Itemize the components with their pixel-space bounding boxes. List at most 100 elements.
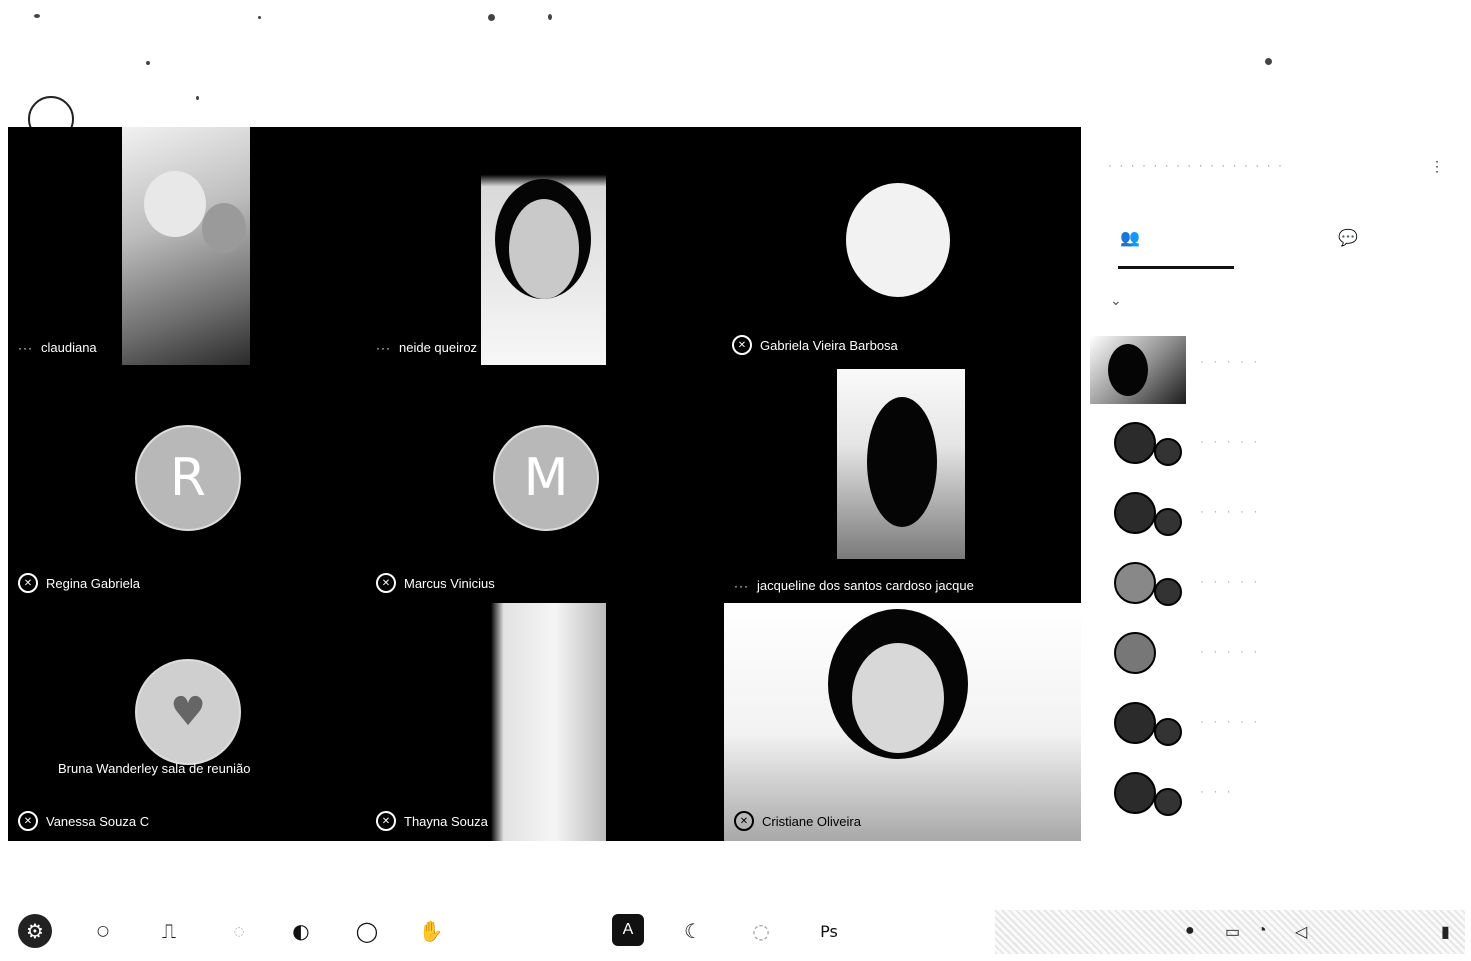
participant-name-redacted: · · · [1200, 784, 1234, 798]
participant-name: Vanessa Souza C [46, 813, 150, 829]
avatar [1114, 562, 1156, 604]
browser-icon[interactable]: ◐ [284, 914, 318, 948]
participant-name: Marcus Vinicius [404, 575, 495, 591]
active-tab-indicator [1118, 266, 1234, 269]
participants-panel: · · · · · · · · · · · · · · · · ⋮ 👥 💬 ⌄ … [1090, 140, 1460, 840]
participant-name: neide queiroz [399, 340, 478, 355]
window-control-icon[interactable] [1265, 58, 1272, 65]
moon-icon[interactable]: ☾ [676, 914, 710, 948]
participant-label: ✕ Vanessa Souza C [18, 811, 149, 831]
participant-list-item[interactable]: · · · · · [1090, 336, 1460, 404]
more-icon[interactable]: ··· [376, 341, 391, 355]
participant-list-item[interactable]: · · · · · [1090, 696, 1460, 756]
participant-list-item[interactable]: · · · · · [1090, 486, 1460, 546]
notification-icon[interactable]: ▮ [1441, 922, 1450, 942]
video-tile-neide[interactable]: ··· neide queiroz [366, 127, 606, 365]
participant-label: ✕ Thayna Souza [376, 811, 488, 831]
participant-name: Regina Gabriela [46, 575, 140, 591]
avatar [1114, 492, 1156, 534]
participant-list-item[interactable]: · · · · · [1090, 556, 1460, 616]
chat-app-icon[interactable]: ◯ [350, 914, 384, 948]
video-grid: ··· claudiana ··· neide queiroz ✕ Gabrie… [8, 127, 1081, 841]
search-icon[interactable]: ○ [86, 914, 120, 948]
window-top-bar [0, 0, 1471, 120]
participant-list-item[interactable]: · · · [1090, 766, 1460, 826]
app-icon [34, 14, 40, 18]
speaker-icon[interactable]: ◁ [1295, 922, 1307, 942]
participant-list-item[interactable]: · · · · · [1090, 416, 1460, 476]
microphone-off-icon [1154, 438, 1182, 466]
taskbar: ⚙ ○ ⎍ ◌ ◐ ◯ ✋ A ☾ ◌ Ps ● ▭ ◔ ◁ ▮ [0, 900, 1471, 961]
video-tile-marcus[interactable]: M ✕ Marcus Vinicius [366, 365, 724, 603]
video-feed [122, 127, 250, 365]
avatar [1114, 702, 1156, 744]
start-icon[interactable]: ⚙ [18, 914, 52, 948]
app-icon[interactable]: ◌ [222, 914, 256, 948]
video-tile-gabriela[interactable]: ✕ Gabriela Vieira Barbosa [606, 127, 1081, 365]
participant-label: ··· neide queiroz [376, 340, 477, 355]
participant-name-redacted: · · · · · [1200, 354, 1261, 368]
battery-icon[interactable]: ▭ [1225, 922, 1240, 942]
section-toggle-icon[interactable]: ⌄ [1110, 292, 1122, 309]
video-tile-thayna[interactable]: ✕ Thayna Souza [366, 603, 606, 841]
video-feed [481, 127, 606, 365]
microphone-off-icon [1154, 508, 1182, 536]
avatar: M [493, 425, 599, 531]
microphone-off-icon: ✕ [18, 573, 38, 593]
hand-icon[interactable]: ✋ [414, 914, 448, 948]
microphone-off-icon: ✕ [732, 335, 752, 355]
pdf-icon[interactable]: A [612, 914, 644, 946]
microphone-off-icon [1154, 718, 1182, 746]
participant-list-item[interactable]: · · · · · [1090, 626, 1460, 686]
video-tile-jacqueline[interactable]: ··· jacqueline dos santos cardoso jacque [724, 365, 1081, 603]
chat-icon[interactable]: 💬 [1338, 228, 1358, 248]
avatar [1114, 422, 1156, 464]
video-tile-regina[interactable]: R ✕ Regina Gabriela [8, 365, 366, 603]
caption-text: Bruna Wanderley sala de reunião [58, 761, 251, 776]
system-tray[interactable]: ● ▭ ◔ ◁ ▮ [995, 910, 1465, 954]
video-feed [724, 603, 1081, 841]
participant-label: ✕ Regina Gabriela [18, 573, 140, 593]
heart-icon: ♥ [135, 659, 241, 765]
microphone-off-icon: ✕ [376, 573, 396, 593]
participant-name-redacted: · · · · · [1200, 574, 1261, 588]
network-icon[interactable]: ● [1185, 922, 1195, 940]
video-tile-claudiana[interactable]: ··· claudiana [8, 127, 366, 365]
more-icon[interactable]: ··· [734, 579, 749, 593]
app-icon[interactable]: ◌ [744, 914, 778, 948]
participant-name: Thayna Souza [404, 813, 488, 829]
close-icon[interactable]: ⋮ [1430, 158, 1444, 175]
avatar: R [135, 425, 241, 531]
task-view-icon[interactable]: ⎍ [152, 914, 186, 948]
microphone-off-icon [1154, 788, 1182, 816]
more-icon[interactable]: ··· [18, 341, 33, 355]
participant-label: ··· jacqueline dos santos cardoso jacque [734, 578, 974, 593]
participant-name: jacqueline dos santos cardoso jacque [757, 578, 974, 593]
people-icon[interactable]: 👥 [1120, 228, 1140, 248]
participant-name: Gabriela Vieira Barbosa [760, 337, 898, 353]
ps-icon[interactable]: Ps [812, 914, 846, 948]
video-feed [478, 603, 606, 841]
avatar [1114, 632, 1156, 674]
video-feed [846, 183, 950, 297]
microphone-off-icon: ✕ [734, 811, 754, 831]
microphone-off-icon: ✕ [376, 811, 396, 831]
microphone-off-icon: ✕ [18, 811, 38, 831]
avatar [1114, 772, 1156, 814]
participant-name-redacted: · · · · · [1200, 434, 1261, 448]
participant-name: claudiana [41, 340, 97, 355]
participant-name: Cristiane Oliveira [762, 813, 861, 829]
volume-icon[interactable]: ◔ [1257, 922, 1267, 940]
participant-name-redacted: · · · · · [1200, 504, 1261, 518]
microphone-off-icon [1154, 578, 1182, 606]
participant-label: ··· claudiana [18, 340, 97, 355]
participant-name-redacted: · · · · · [1200, 644, 1261, 658]
participant-thumbnail [1090, 336, 1186, 404]
participant-label: ✕ Marcus Vinicius [376, 573, 495, 593]
video-tile-cristiane[interactable]: ✕ Cristiane Oliveira [724, 603, 1081, 841]
participant-name-redacted: · · · · · [1200, 714, 1261, 728]
video-feed [837, 369, 965, 559]
panel-title: · · · · · · · · · · · · · · · · [1108, 158, 1284, 172]
participant-label: ✕ Gabriela Vieira Barbosa [732, 335, 898, 355]
video-tile-vanessa[interactable]: ♥ Bruna Wanderley sala de reunião ✕ Vane… [8, 603, 366, 841]
